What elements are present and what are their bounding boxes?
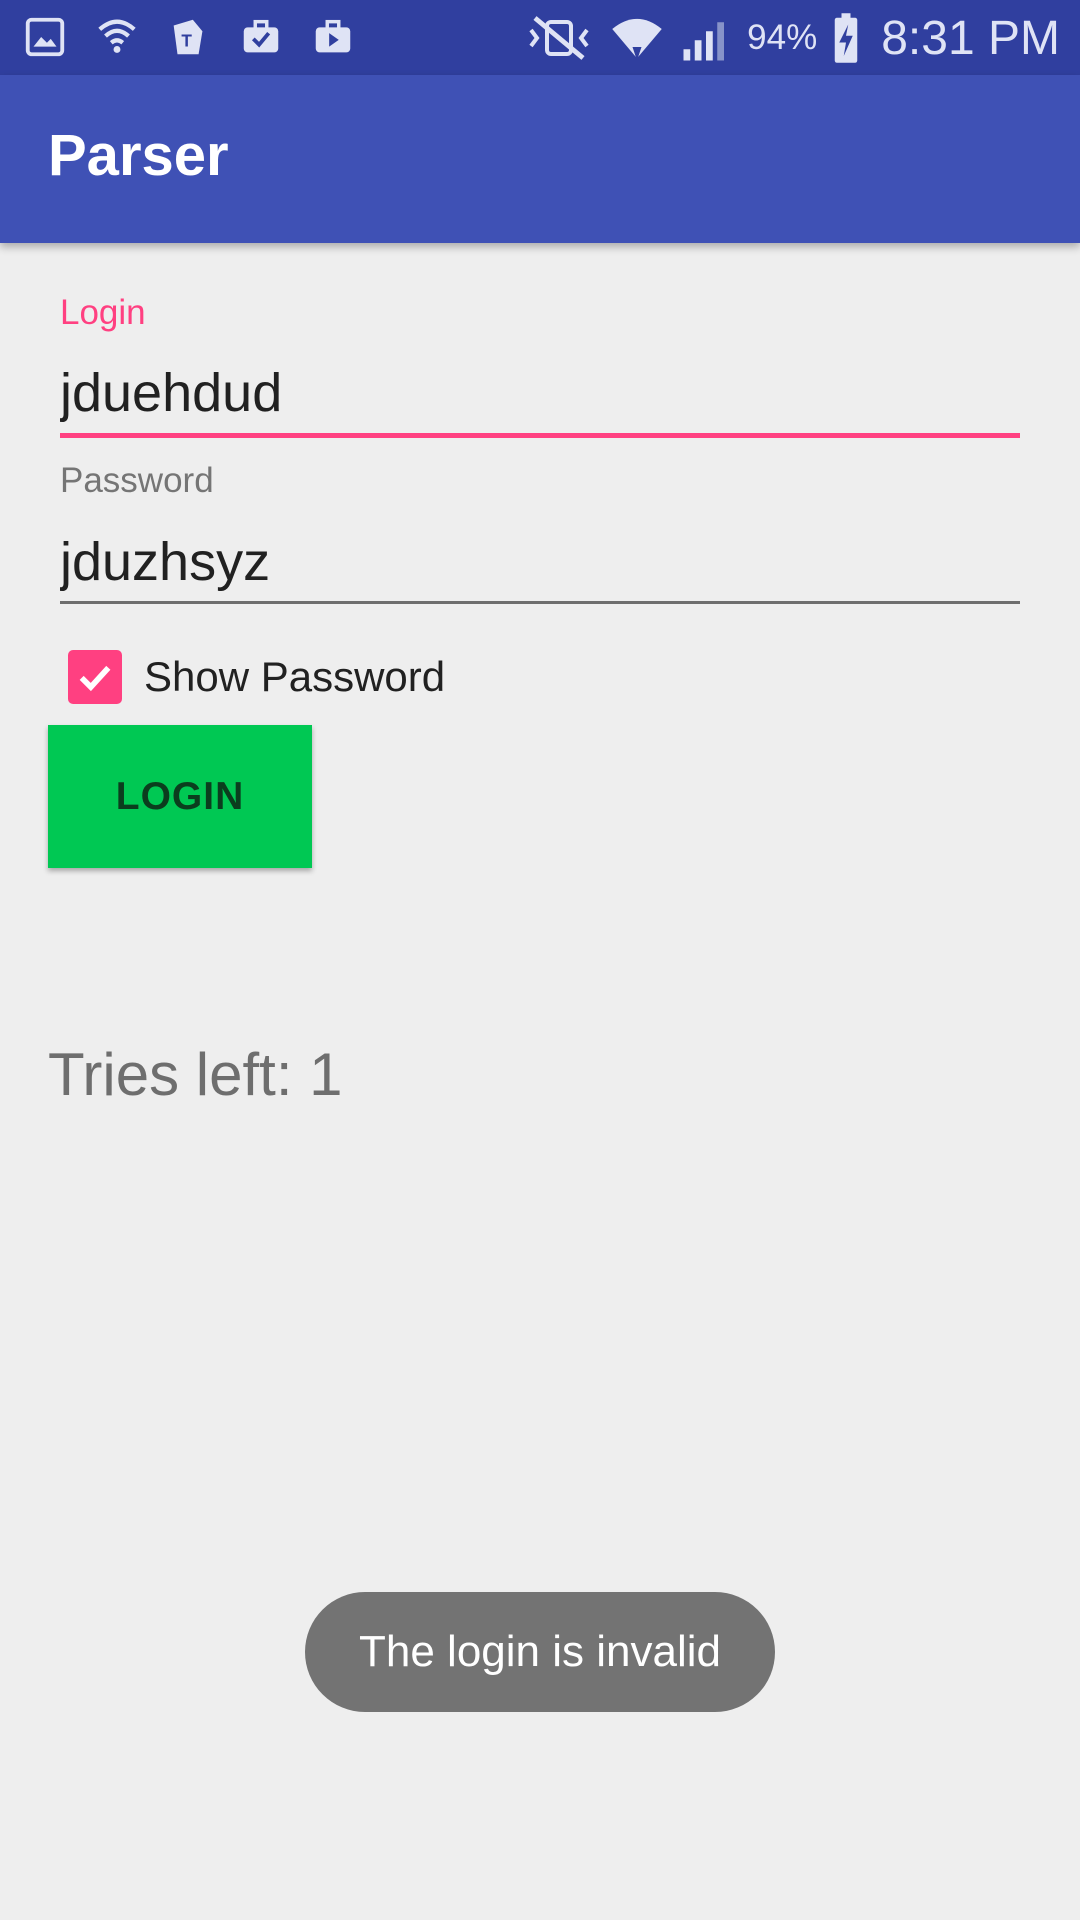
- wifi-icon: [612, 18, 662, 61]
- toast-message: The login is invalid: [305, 1592, 775, 1712]
- login-input[interactable]: [60, 358, 1020, 428]
- briefcase-play-icon: [315, 19, 351, 53]
- login-button[interactable]: LOGIN: [48, 725, 312, 868]
- app-bar: Parser: [0, 75, 1080, 243]
- login-label: Login: [60, 293, 146, 332]
- app-title: Parser: [48, 123, 229, 188]
- checkbox-checked-icon[interactable]: [68, 650, 122, 704]
- briefcase-check-icon: [243, 19, 279, 53]
- t-mobile-icon: T: [173, 19, 203, 55]
- battery-charging-icon: [834, 13, 858, 63]
- notification-icons: T: [22, 14, 356, 60]
- show-password-checkbox[interactable]: Show Password: [68, 650, 445, 704]
- cell-signal-icon: [683, 22, 725, 61]
- mute-vibrate-icon: [529, 16, 589, 60]
- wifi-calling-icon: [98, 19, 136, 53]
- battery-percent: 94%: [747, 18, 818, 57]
- tries-left-text: Tries left: 1: [48, 1041, 343, 1108]
- password-label: Password: [60, 461, 214, 500]
- system-icons: 94% 8:31 PM: [523, 8, 1060, 68]
- gallery-icon: [25, 17, 65, 57]
- login-underline: [60, 433, 1020, 438]
- clock: 8:31 PM: [881, 11, 1060, 65]
- show-password-label: Show Password: [144, 653, 446, 700]
- status-bar: T 94% 8:31 PM: [0, 0, 1080, 75]
- svg-text:T: T: [181, 31, 192, 51]
- password-underline: [60, 601, 1020, 604]
- password-input[interactable]: [60, 527, 1020, 597]
